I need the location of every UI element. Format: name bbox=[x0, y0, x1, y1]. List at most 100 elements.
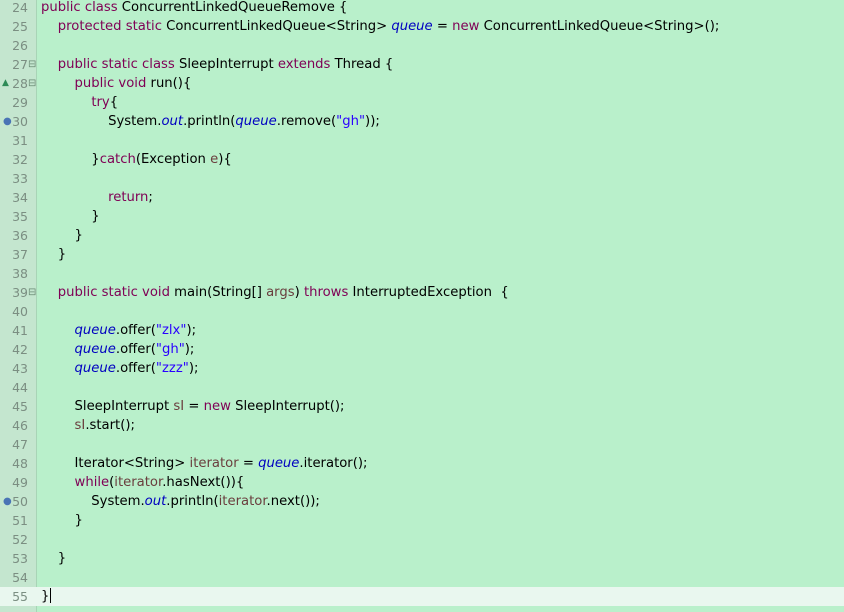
code-line[interactable]: 49 while(iterator.hasNext()){ bbox=[0, 473, 844, 492]
code-text[interactable]: }catch(Exception e){ bbox=[41, 150, 232, 169]
code-line[interactable]: 32 }catch(Exception e){ bbox=[0, 150, 844, 169]
code-line[interactable]: 31 bbox=[0, 131, 844, 150]
code-line[interactable]: 43 queue.offer("zzz"); bbox=[0, 359, 844, 378]
code-line[interactable]: 26 bbox=[0, 36, 844, 55]
code-line[interactable]: 55} bbox=[0, 587, 844, 606]
code-line[interactable]: 48 Iterator<String> iterator = queue.ite… bbox=[0, 454, 844, 473]
code-line[interactable]: 38 bbox=[0, 264, 844, 283]
code-token: catch bbox=[99, 152, 136, 167]
code-token: { bbox=[109, 95, 119, 110]
line-number: 40 bbox=[12, 304, 28, 319]
code-text[interactable]: public class ConcurrentLinkedQueueRemove… bbox=[41, 0, 347, 17]
code-line[interactable]: 39 ⊟ public static void main(String[] arg… bbox=[0, 283, 844, 302]
text-caret bbox=[50, 588, 52, 603]
code-line[interactable]: 54 bbox=[0, 568, 844, 587]
code-token: extends bbox=[277, 57, 331, 72]
code-text[interactable]: queue.offer("gh"); bbox=[41, 340, 195, 359]
code-text[interactable]: } bbox=[41, 245, 66, 264]
code-text[interactable]: public static void main(String[] args) t… bbox=[41, 283, 509, 302]
code-line[interactable]: 25 protected static ConcurrentLinkedQueu… bbox=[0, 17, 844, 36]
code-line[interactable]: 41 queue.offer("zlx"); bbox=[0, 321, 844, 340]
line-number: 26 bbox=[12, 38, 28, 53]
line-number: 49 bbox=[12, 475, 28, 490]
fold-toggle-icon[interactable]: ⊟ bbox=[28, 74, 36, 93]
code-token: .remove( bbox=[276, 114, 337, 129]
code-line[interactable]: 44 bbox=[0, 378, 844, 397]
code-editor[interactable]: 24 public class ConcurrentLinkedQueueRemo… bbox=[0, 0, 844, 612]
line-number: 31 bbox=[12, 133, 28, 148]
code-line[interactable]: 34 return; bbox=[0, 188, 844, 207]
code-text[interactable]: public static class SleepInterrupt exten… bbox=[41, 55, 394, 74]
line-number: 36 bbox=[12, 228, 28, 243]
code-text[interactable]: } bbox=[41, 511, 83, 530]
line-number: 29 bbox=[12, 95, 28, 110]
code-line[interactable]: 52 bbox=[0, 530, 844, 549]
code-line[interactable]: 45 SleepInterrupt sI = new SleepInterrup… bbox=[0, 397, 844, 416]
code-text[interactable]: System.out.println(queue.remove("gh")); bbox=[41, 112, 380, 131]
code-text[interactable]: } bbox=[41, 549, 66, 568]
code-line[interactable]: 42 queue.offer("gh"); bbox=[0, 340, 844, 359]
code-line[interactable]: 30 ● System.out.println(queue.remove("gh"… bbox=[0, 112, 844, 131]
code-text[interactable]: queue.offer("zzz"); bbox=[41, 359, 199, 378]
code-line[interactable]: 33 bbox=[0, 169, 844, 188]
code-token: "zlx" bbox=[155, 323, 187, 338]
code-line[interactable]: 53 } bbox=[0, 549, 844, 568]
line-number: 24 bbox=[12, 0, 28, 15]
code-token: iterator bbox=[189, 456, 239, 471]
code-text[interactable]: protected static ConcurrentLinkedQueue<S… bbox=[41, 17, 720, 36]
line-number: 52 bbox=[12, 532, 28, 547]
code-token: ){ bbox=[218, 152, 232, 167]
line-number: 45 bbox=[12, 399, 28, 414]
code-text[interactable]: try{ bbox=[41, 93, 118, 112]
code-text[interactable]: Iterator<String> iterator = queue.iterat… bbox=[41, 454, 368, 473]
code-line[interactable]: 29 try{ bbox=[0, 93, 844, 112]
code-line[interactable]: 24 public class ConcurrentLinkedQueueRemo… bbox=[0, 0, 844, 17]
line-number: 41 bbox=[12, 323, 28, 338]
code-line[interactable]: 46 sI.start(); bbox=[0, 416, 844, 435]
code-token: new bbox=[452, 19, 480, 34]
fold-toggle-icon[interactable]: ⊟ bbox=[28, 55, 36, 74]
line-number: 55 bbox=[12, 589, 28, 604]
code-line[interactable]: 40 bbox=[0, 302, 844, 321]
code-text[interactable]: SleepInterrupt sI = new SleepInterrupt()… bbox=[41, 397, 345, 416]
code-token: SleepInterrupt bbox=[41, 399, 174, 414]
code-text[interactable]: sI.start(); bbox=[41, 416, 135, 435]
code-token: .start(); bbox=[85, 418, 135, 433]
code-text[interactable]: } bbox=[41, 207, 99, 226]
code-text[interactable]: public void run(){ bbox=[41, 74, 192, 93]
code-line[interactable]: 28 ⊟ ▲ public void run(){ bbox=[0, 74, 844, 93]
line-number: 25 bbox=[12, 19, 28, 34]
line-number: 51 bbox=[12, 513, 28, 528]
code-token: Thread { bbox=[330, 57, 394, 72]
code-text[interactable]: queue.offer("zlx"); bbox=[41, 321, 196, 340]
breakpoint-icon[interactable]: ● bbox=[3, 492, 12, 511]
code-line[interactable]: 36 } bbox=[0, 226, 844, 245]
code-line[interactable]: 51 } bbox=[0, 511, 844, 530]
code-token: .offer( bbox=[115, 323, 156, 338]
code-text[interactable]: while(iterator.hasNext()){ bbox=[41, 473, 245, 492]
code-text[interactable]: return; bbox=[41, 188, 153, 207]
code-token: System. bbox=[41, 114, 162, 129]
code-line[interactable]: 27 ⊟ public static class SleepInterrupt e… bbox=[0, 55, 844, 74]
code-token: sI bbox=[74, 418, 86, 433]
code-line[interactable]: 37 } bbox=[0, 245, 844, 264]
code-text[interactable]: } bbox=[41, 226, 83, 245]
override-indicator-icon: ▲ bbox=[2, 78, 9, 88]
code-line[interactable]: 47 bbox=[0, 435, 844, 454]
line-number: 44 bbox=[12, 380, 28, 395]
code-text[interactable]: System.out.println(iterator.next()); bbox=[41, 492, 320, 511]
code-token: } bbox=[41, 513, 83, 528]
fold-toggle-icon[interactable]: ⊟ bbox=[28, 283, 36, 302]
code-line[interactable]: 50 ● System.out.println(iterator.next()); bbox=[0, 492, 844, 511]
code-line[interactable]: 35 } bbox=[0, 207, 844, 226]
breakpoint-icon[interactable]: ● bbox=[3, 112, 12, 131]
code-token: run(){ bbox=[146, 76, 192, 91]
code-text[interactable]: } bbox=[41, 587, 52, 606]
